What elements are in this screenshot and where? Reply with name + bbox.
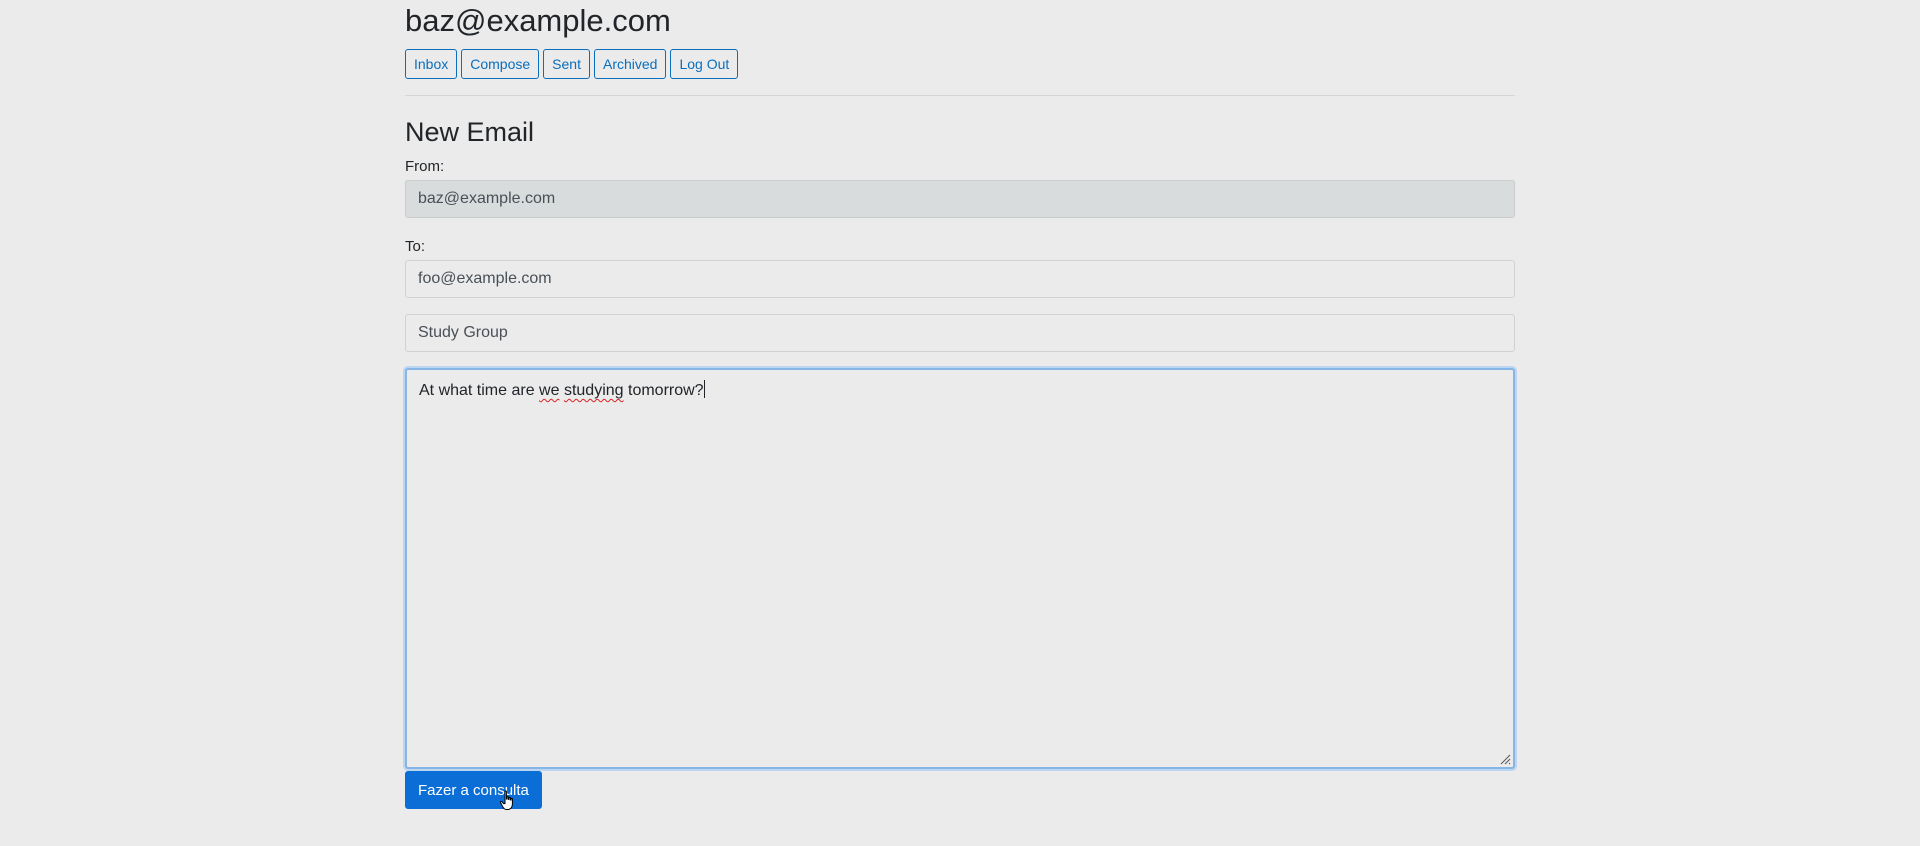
body-text-start: At what time are [419,382,540,399]
body-textarea[interactable]: At what time are we studying tomorrow? [405,368,1515,769]
body-word-studying: studying [563,382,624,399]
header-divider [405,95,1515,96]
inbox-button[interactable]: Inbox [405,49,458,79]
archived-button[interactable]: Archived [593,49,667,79]
body-word-we: we [539,382,560,399]
text-caret [703,380,705,398]
page-title: New Email [405,117,535,147]
body-text-end: tomorrow? [623,382,704,399]
nav-button-group: Inbox Compose Sent Archived Log Out [405,49,1515,79]
from-label: From: [405,158,445,175]
sent-button[interactable]: Sent [543,49,590,79]
logout-button[interactable]: Log Out [670,49,739,79]
to-label: To: [405,238,426,255]
compose-button[interactable]: Compose [461,49,540,79]
account-email-heading: baz@example.com [405,3,671,38]
from-field[interactable] [405,180,1515,218]
to-field[interactable] [405,260,1515,298]
compose-page: baz@example.com Inbox Compose Sent Archi… [405,0,1515,810]
submit-button[interactable]: Fazer a consulta [405,771,542,810]
hand-pointer-icon [500,790,513,810]
resize-handle-icon[interactable] [1499,753,1511,765]
subject-field[interactable] [405,314,1515,352]
